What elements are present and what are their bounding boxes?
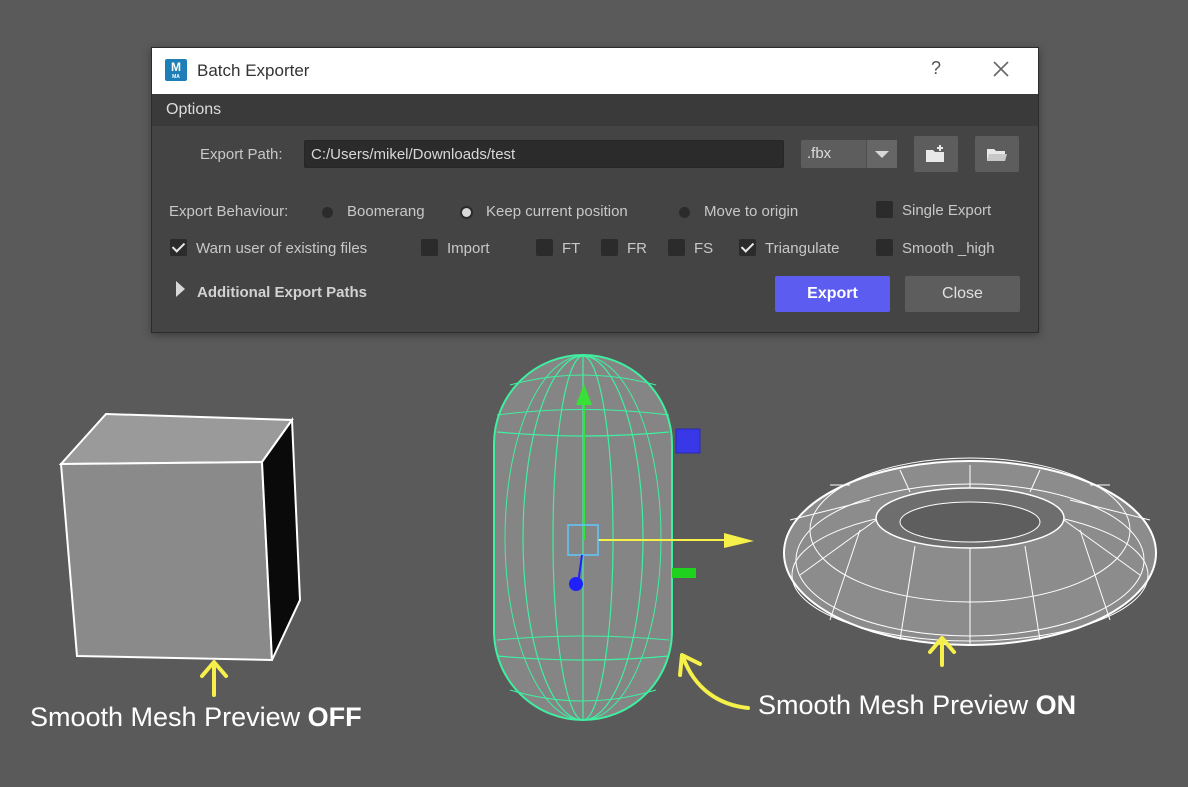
close-icon[interactable]: [988, 56, 1014, 82]
export-button[interactable]: Export: [775, 276, 890, 312]
checkbox-fr[interactable]: [601, 239, 618, 256]
menu-bar: Options: [152, 94, 1038, 126]
export-path-label: Export Path:: [200, 146, 283, 163]
caption-smooth-off: Smooth Mesh Preview OFF: [30, 702, 362, 732]
checkbox-ft[interactable]: [536, 239, 553, 256]
caption-smooth-on: Smooth Mesh Preview ON: [758, 690, 1077, 720]
format-dropdown[interactable]: .fbx: [801, 140, 897, 168]
help-button[interactable]: ?: [926, 58, 946, 79]
export-behaviour-label: Export Behaviour:: [169, 203, 289, 220]
additional-export-paths-toggle[interactable]: Additional Export Paths: [197, 284, 367, 301]
radio-keep-current-position[interactable]: [462, 208, 471, 217]
radio-move-to-origin[interactable]: [679, 207, 690, 218]
checkbox-fs-label[interactable]: FS: [694, 240, 713, 257]
browse-folder-button[interactable]: [975, 136, 1019, 172]
checkbox-triangulate[interactable]: [739, 239, 756, 256]
checkbox-smooth-high[interactable]: [876, 239, 893, 256]
maya-app-icon: M MA: [165, 59, 187, 81]
radio-keep-current-position-label[interactable]: Keep current position: [486, 203, 628, 220]
new-folder-icon: [926, 145, 944, 162]
cube-mesh: [58, 412, 302, 662]
expand-arrow-icon[interactable]: [176, 281, 185, 297]
checkbox-warn-existing-files[interactable]: [170, 239, 187, 256]
new-folder-button[interactable]: [914, 136, 958, 172]
checkbox-import[interactable]: [421, 239, 438, 256]
menu-options[interactable]: Options: [166, 101, 221, 119]
chevron-down-icon[interactable]: [866, 140, 897, 168]
checkbox-fs[interactable]: [668, 239, 685, 256]
radio-move-to-origin-label[interactable]: Move to origin: [704, 203, 798, 220]
checkbox-triangulate-label[interactable]: Triangulate: [765, 240, 840, 257]
export-path-field[interactable]: C:/Users/mikel/Downloads/test: [304, 140, 784, 168]
close-button[interactable]: Close: [905, 276, 1020, 312]
batch-exporter-dialog: M MA Batch Exporter ? Options Export Path…: [151, 47, 1039, 333]
format-value: .fbx: [807, 145, 832, 162]
checkbox-warn-existing-files-label[interactable]: Warn user of existing files: [196, 240, 367, 257]
folder-open-icon: [987, 149, 1007, 161]
window-title: Batch Exporter: [197, 61, 310, 80]
checkbox-ft-label[interactable]: FT: [562, 240, 580, 257]
torus-mesh: [783, 457, 1157, 646]
checkbox-fr-label[interactable]: FR: [627, 240, 647, 257]
radio-boomerang[interactable]: [322, 207, 333, 218]
checkbox-import-label[interactable]: Import: [447, 240, 490, 257]
checkbox-single-export[interactable]: [876, 201, 893, 218]
title-bar[interactable]: M MA Batch Exporter ?: [152, 48, 1038, 94]
checkbox-single-export-label[interactable]: Single Export: [902, 202, 991, 219]
checkbox-smooth-high-label[interactable]: Smooth _high: [902, 240, 995, 257]
radio-boomerang-label[interactable]: Boomerang: [347, 203, 425, 220]
